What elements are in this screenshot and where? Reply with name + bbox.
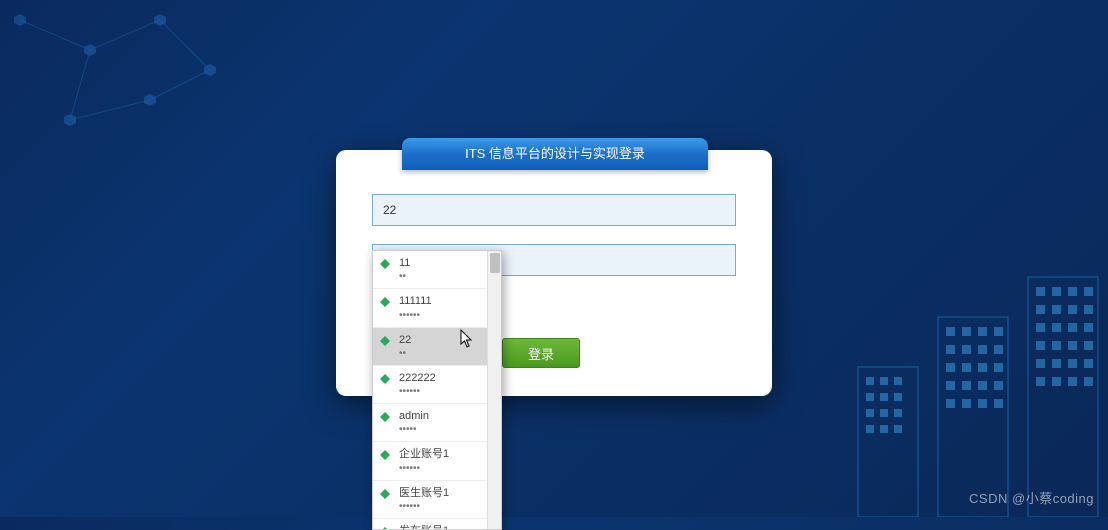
key-icon — [379, 411, 391, 423]
username-input[interactable] — [372, 194, 736, 226]
autofill-item[interactable]: 11•• — [373, 251, 501, 289]
autofill-password-mask: •••••• — [399, 462, 493, 475]
autofill-dropdown: 11••111111••••••22••222222••••••admin•••… — [372, 250, 502, 530]
autofill-username: 11 — [399, 257, 410, 269]
key-icon — [379, 373, 391, 385]
autofill-item[interactable]: admin••••• — [373, 404, 501, 442]
autofill-item[interactable]: 医生账号1•••••• — [373, 481, 501, 519]
key-icon — [379, 258, 391, 270]
autofill-username: admin — [399, 410, 429, 422]
autofill-username: 22 — [399, 334, 411, 346]
key-icon — [379, 488, 391, 500]
key-icon — [379, 449, 391, 461]
autofill-item[interactable]: 22•• — [373, 328, 501, 366]
background-buildings-decoration — [828, 257, 1108, 517]
login-button[interactable]: 登录 — [502, 338, 580, 368]
autofill-username: 111111 — [399, 295, 432, 307]
autofill-item[interactable]: 企业账号1 •••••• — [373, 442, 501, 480]
dropdown-scrollbar[interactable] — [487, 251, 501, 529]
autofill-password-mask: •••••• — [399, 500, 493, 513]
autofill-item[interactable]: 发布账号1•••••• — [373, 519, 501, 530]
autofill-username: 医生账号1 — [399, 487, 449, 499]
autofill-username: 发布账号1 — [399, 525, 449, 530]
autofill-password-mask: •••••• — [399, 385, 493, 398]
key-icon — [379, 526, 391, 530]
autofill-username: 222222 — [399, 372, 436, 384]
key-icon — [379, 296, 391, 308]
autofill-password-mask: ••••• — [399, 423, 493, 436]
autofill-password-mask: •• — [399, 347, 493, 360]
autofill-password-mask: •••••• — [399, 309, 493, 322]
background-network-decoration — [0, 0, 300, 200]
autofill-username: 企业账号1 — [399, 448, 449, 460]
key-icon — [379, 335, 391, 347]
autofill-item[interactable]: 222222•••••• — [373, 366, 501, 404]
login-title-bar: ITS 信息平台的设计与实现登录 — [402, 138, 708, 170]
autofill-password-mask: •• — [399, 270, 493, 283]
watermark-text: CSDN @小蔡coding — [969, 488, 1094, 507]
autofill-item[interactable]: 111111 •••••• — [373, 289, 501, 327]
scrollbar-thumb[interactable] — [490, 253, 500, 273]
